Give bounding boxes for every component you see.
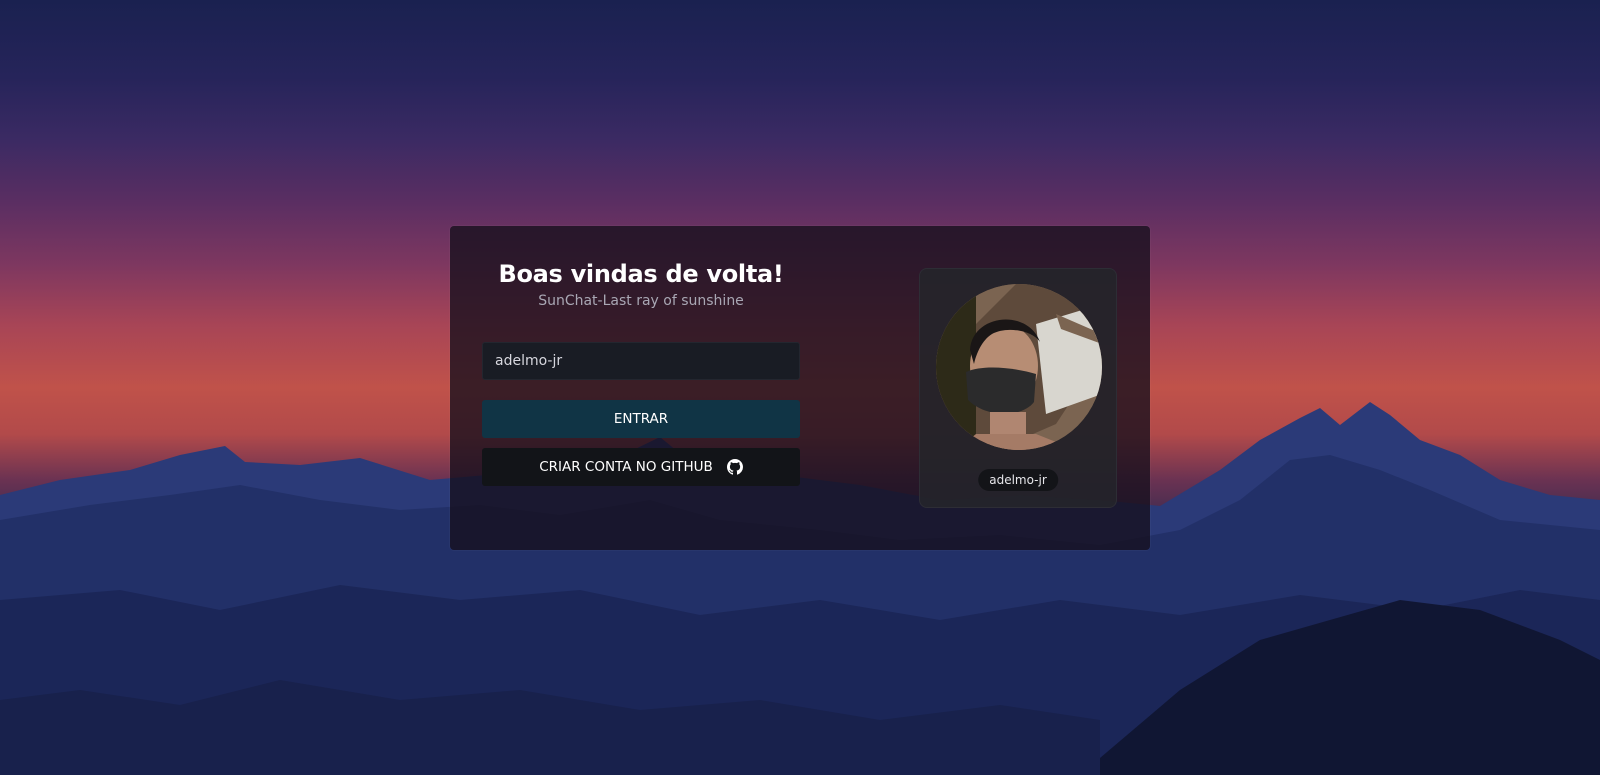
profile-card: adelmo-jr [919,268,1117,508]
welcome-title: Boas vindas de volta! [498,260,784,288]
github-button-label: CRIAR CONTA NO GITHUB [539,459,713,475]
username-input[interactable] [482,342,800,380]
username-badge: adelmo-jr [978,469,1058,491]
avatar [936,284,1102,450]
login-card: Boas vindas de volta! SunChat-Last ray o… [450,226,1150,550]
app-subtitle: SunChat-Last ray of sunshine [538,293,744,309]
enter-button-label: ENTRAR [613,411,669,427]
user-photo [936,284,1102,450]
create-github-account-button[interactable]: CRIAR CONTA NO GITHUB [482,448,800,486]
github-icon [726,459,743,475]
enter-button[interactable]: ENTRAR [482,400,800,438]
